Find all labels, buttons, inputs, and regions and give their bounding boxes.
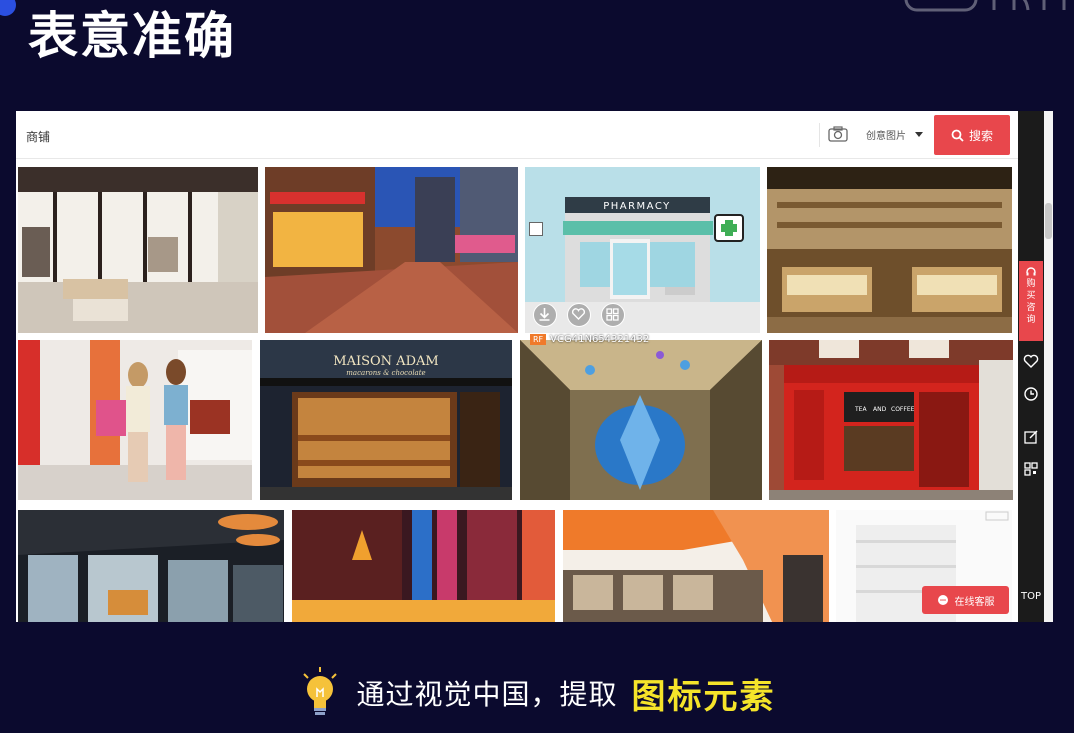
- edit-feedback-icon[interactable]: [1023, 429, 1039, 445]
- result-image-shopping-women[interactable]: [18, 340, 252, 500]
- heart-icon[interactable]: [1023, 353, 1039, 369]
- result-image-mall-corridor[interactable]: [563, 510, 829, 622]
- store-sign-subtitle: macarons & chocolate: [346, 369, 425, 377]
- result-image-street-night[interactable]: [265, 167, 518, 333]
- select-checkbox[interactable]: [529, 222, 543, 236]
- result-image-pharmacy[interactable]: PHARMACY: [525, 167, 760, 333]
- result-image-red-shopfront[interactable]: TEA AND COFFEE: [769, 340, 1013, 500]
- result-image-grocery-interior[interactable]: [767, 167, 1012, 333]
- search-button[interactable]: 搜索: [934, 115, 1010, 155]
- history-clock-icon[interactable]: [1023, 386, 1039, 402]
- slide-title: 表意准确: [28, 7, 236, 65]
- search-bar: 创意图片 搜索: [16, 111, 1018, 159]
- rf-badge: RF: [530, 334, 547, 345]
- lightbulb-icon: [303, 667, 338, 715]
- shop-sign-and: AND: [873, 406, 887, 413]
- buy-label-3: 咨: [1026, 303, 1036, 313]
- shop-sign-tea: TEA: [854, 406, 867, 413]
- chat-bubble-icon: [937, 595, 948, 605]
- online-service-label: 在线客服: [954, 596, 995, 608]
- pharmacy-sign-text: PHARMACY: [603, 201, 671, 212]
- result-image-glass-shops[interactable]: [18, 510, 284, 622]
- online-service-button[interactable]: 在线客服: [922, 586, 1009, 614]
- result-image-neon-street[interactable]: [292, 510, 555, 622]
- slide-caption: 通过视觉中国，提取 图标元素: [0, 667, 1074, 718]
- caption-highlight: 图标元素: [631, 676, 776, 717]
- similar-search-icon[interactable]: [601, 303, 625, 327]
- image-results-grid: PHARMACY MAISON ADAM macarons & chocolat…: [16, 164, 1018, 622]
- search-input[interactable]: [24, 120, 818, 152]
- image-id-overlay: RF VCG41N654321432: [530, 334, 649, 345]
- browser-window: 创意图片 搜索: [16, 111, 1053, 622]
- camera-search-icon[interactable]: [828, 126, 848, 142]
- buy-label-1: 购: [1026, 279, 1036, 289]
- image-type-select[interactable]: 创意图片: [866, 127, 906, 142]
- back-to-top-button[interactable]: TOP: [1019, 591, 1043, 602]
- result-image-clothing-store[interactable]: [18, 167, 258, 333]
- scrollbar[interactable]: [1044, 111, 1053, 622]
- buy-label-4: 询: [1026, 315, 1036, 325]
- scrollbar-thumb[interactable]: [1045, 203, 1052, 239]
- corner-decoration: [0, 0, 16, 16]
- result-image-maison-adam[interactable]: MAISON ADAM macarons & chocolate: [260, 340, 512, 500]
- search-button-label: 搜索: [968, 128, 993, 143]
- headset-icon: [1026, 267, 1036, 276]
- image-id-text: VCG41N654321432: [550, 334, 650, 345]
- caption-text: 通过视觉中国，提取: [356, 678, 618, 711]
- favorite-add-icon[interactable]: [567, 303, 591, 327]
- search-icon: [951, 129, 964, 142]
- result-image-mall-atrium[interactable]: [520, 340, 762, 500]
- buy-consult-tab[interactable]: 购 买 咨 询: [1019, 261, 1043, 341]
- watermark-logo-icon: [904, 0, 1066, 12]
- chevron-down-icon[interactable]: [915, 132, 923, 137]
- buy-label-2: 买: [1026, 291, 1036, 301]
- store-sign-title: MAISON ADAM: [333, 354, 438, 369]
- qr-code-icon[interactable]: [1023, 461, 1039, 477]
- shop-sign-coffee: COFFEE: [891, 406, 915, 413]
- download-icon[interactable]: [533, 303, 557, 327]
- divider: [819, 123, 820, 147]
